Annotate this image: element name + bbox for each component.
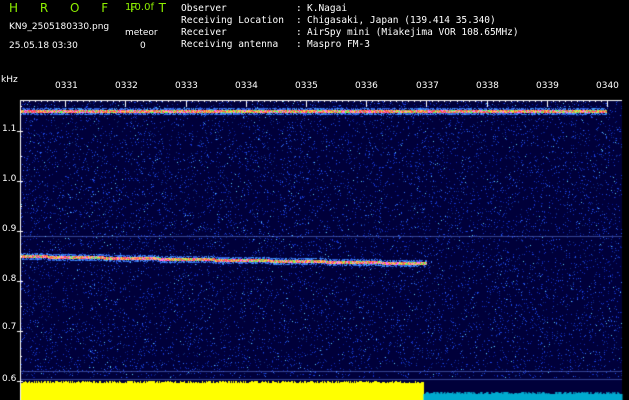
info-value-observer: K.Nagai: [307, 3, 348, 14]
info-separator: :: [296, 39, 302, 50]
version-label: 1.0.0f: [125, 2, 154, 13]
y-tick-label: 0.8: [2, 274, 17, 284]
spectrogram-canvas: [0, 75, 629, 400]
info-value-receiver: AirSpy mini (Miakejima VOR 108.65MHz): [307, 27, 519, 38]
y-tick-label: 1.1: [2, 124, 17, 134]
info-value-antenna: Maspro FM-3: [307, 39, 370, 50]
info-label-receiver: Receiver: [181, 27, 227, 38]
meteor-label: meteor: [125, 28, 158, 38]
x-tick-label: 0337: [416, 81, 439, 91]
x-tick-label: 0340: [596, 81, 619, 91]
x-tick-label: 0335: [295, 81, 318, 91]
x-tick-label: 0338: [476, 81, 499, 91]
filename-label: KN9_2505180330.png: [9, 22, 110, 32]
x-tick-label: 0331: [55, 81, 78, 91]
meteor-count: 0: [140, 41, 146, 51]
x-tick-label: 0336: [355, 81, 378, 91]
info-label-antenna: Receiving antenna: [181, 39, 279, 50]
info-label-observer: Observer: [181, 3, 227, 14]
y-axis-unit-label: kHz: [1, 75, 18, 85]
info-separator: :: [296, 27, 302, 38]
y-tick-label: 0.7: [2, 322, 17, 332]
x-tick-label: 0334: [235, 81, 258, 91]
info-label-location: Receiving Location: [181, 15, 284, 26]
x-tick-label: 0333: [175, 81, 198, 91]
y-tick-label: 1.0: [2, 174, 17, 184]
y-tick-label: 0.6: [2, 374, 17, 384]
x-tick-label: 0339: [536, 81, 559, 91]
x-tick-label: 0332: [115, 81, 138, 91]
info-value-location: Chigasaki, Japan (139.414 35.340): [307, 15, 496, 26]
info-separator: :: [296, 15, 302, 26]
y-tick-label: 0.9: [2, 224, 17, 234]
info-separator: :: [296, 3, 302, 14]
datetime-label: 25.05.18 03:30: [9, 41, 78, 51]
